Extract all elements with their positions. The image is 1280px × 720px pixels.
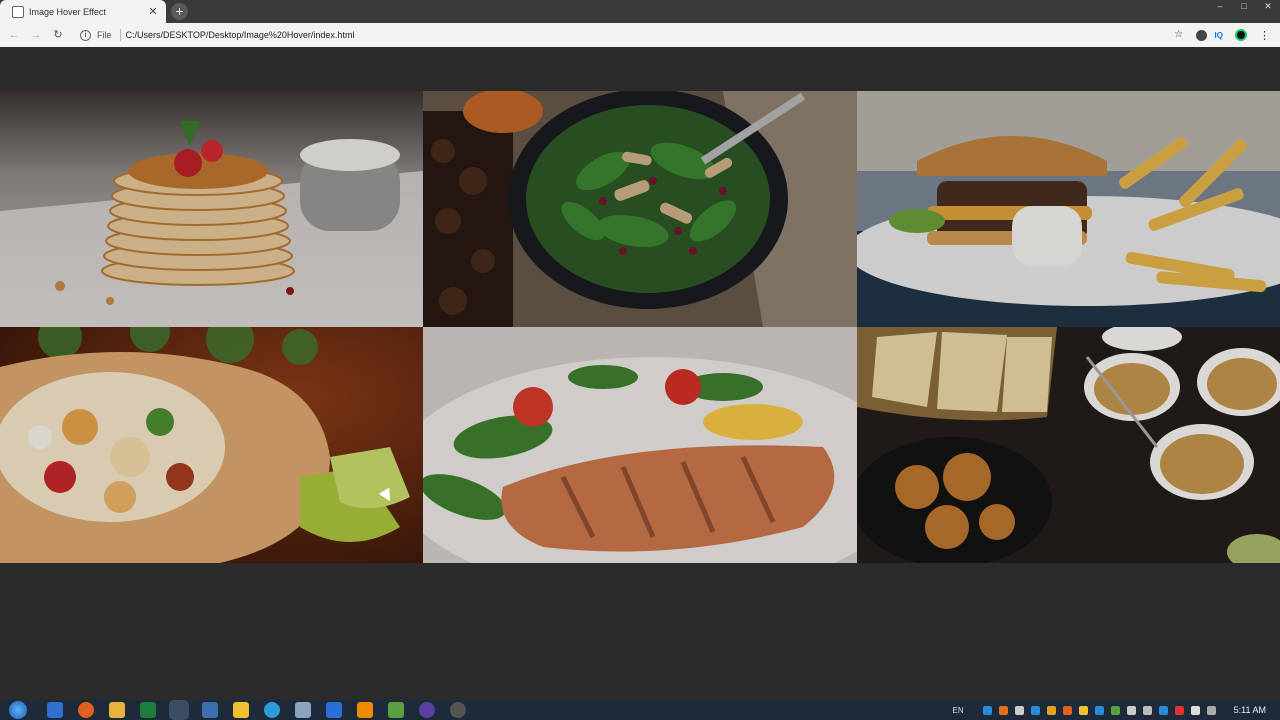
indian-food-image [857,327,1280,563]
new-tab-button[interactable]: + [171,3,188,20]
minimize-icon[interactable]: – [1208,0,1232,12]
vlc-icon[interactable] [357,702,373,718]
gallery-image-burger-fries[interactable] [857,91,1280,327]
tray-icon[interactable] [1030,705,1040,715]
start-button[interactable] [9,701,27,719]
app-icon[interactable] [202,702,218,718]
kebab-menu-icon[interactable]: ⋮ [1259,29,1270,42]
language-indicator[interactable]: EN [953,706,964,715]
star-icon[interactable]: ☆ [1172,28,1186,42]
profile-extension-icon[interactable] [1235,29,1247,41]
burrito-image [0,327,423,563]
tray-icon[interactable] [1062,705,1072,715]
firefox-icon[interactable] [78,702,94,718]
gallery-image-pancakes[interactable] [0,91,423,327]
maximize-icon[interactable]: □ [1232,0,1256,12]
gallery-image-burrito[interactable] [0,327,423,563]
tab-strip: Image Hover Effect ✕ + – □ ✕ [0,0,1280,23]
tray-icon[interactable] [1046,705,1056,715]
pancakes-image [0,91,423,327]
info-icon[interactable]: i [80,29,91,41]
network-icon[interactable] [1142,705,1152,715]
tab-title: Image Hover Effect [29,6,106,17]
forward-arrow-icon[interactable]: → [28,27,44,43]
back-arrow-icon[interactable]: ← [6,27,22,43]
notes-icon[interactable] [233,702,249,718]
salad-image [423,91,857,327]
tray-icon[interactable] [1174,705,1184,715]
iq-extension-icon[interactable]: IQ [1215,31,1223,40]
ie-icon[interactable] [47,702,63,718]
tray-icon[interactable] [1094,705,1104,715]
burger-image [857,91,1280,327]
system-tray: EN 5:11 AM [953,705,1266,715]
gallery-image-grilled-salmon[interactable] [423,327,857,563]
tray-icon[interactable] [1014,705,1024,715]
close-icon[interactable]: ✕ [146,5,160,19]
tray-icon[interactable] [1158,705,1168,715]
media-icon[interactable] [388,702,404,718]
tab-image-hover-effect[interactable]: Image Hover Effect ✕ [0,0,166,23]
tray-icon[interactable] [998,705,1008,715]
flag-icon[interactable] [1190,705,1200,715]
tray-icon[interactable] [1110,705,1120,715]
editor-icon[interactable] [326,702,342,718]
folder-icon[interactable] [109,702,125,718]
image-gallery [0,91,1280,563]
gallery-image-spinach-salad[interactable] [423,91,857,327]
browser-icon[interactable] [419,702,435,718]
divider [119,29,121,41]
page-favicon-icon [12,5,24,18]
tray-icon[interactable] [1078,705,1088,715]
recorder-icon[interactable] [450,702,466,718]
window-close-icon[interactable]: ✕ [1256,0,1280,12]
battery-icon[interactable] [1206,705,1216,715]
reload-icon[interactable]: ↻ [50,27,66,43]
spreadsheet-icon[interactable] [140,702,156,718]
skype-icon[interactable] [264,702,280,718]
volume-icon[interactable] [1126,705,1136,715]
gallery-image-indian-dishes[interactable] [857,327,1280,563]
clock[interactable]: 5:11 AM [1234,705,1266,715]
salmon-image [423,327,857,563]
extension-icon[interactable] [1195,29,1207,41]
file-label: File [97,30,112,40]
document-icon[interactable] [295,702,311,718]
chrome-icon[interactable] [169,700,189,720]
address-bar[interactable]: C:/Users/DESKTOP/Desktop/Image%20Hover/i… [126,30,1164,40]
windows-taskbar: EN 5:11 AM [0,700,1280,720]
tray-icon[interactable] [982,705,992,715]
browser-toolbar: ← → ↻ i File C:/Users/DESKTOP/Desktop/Im… [0,23,1280,47]
